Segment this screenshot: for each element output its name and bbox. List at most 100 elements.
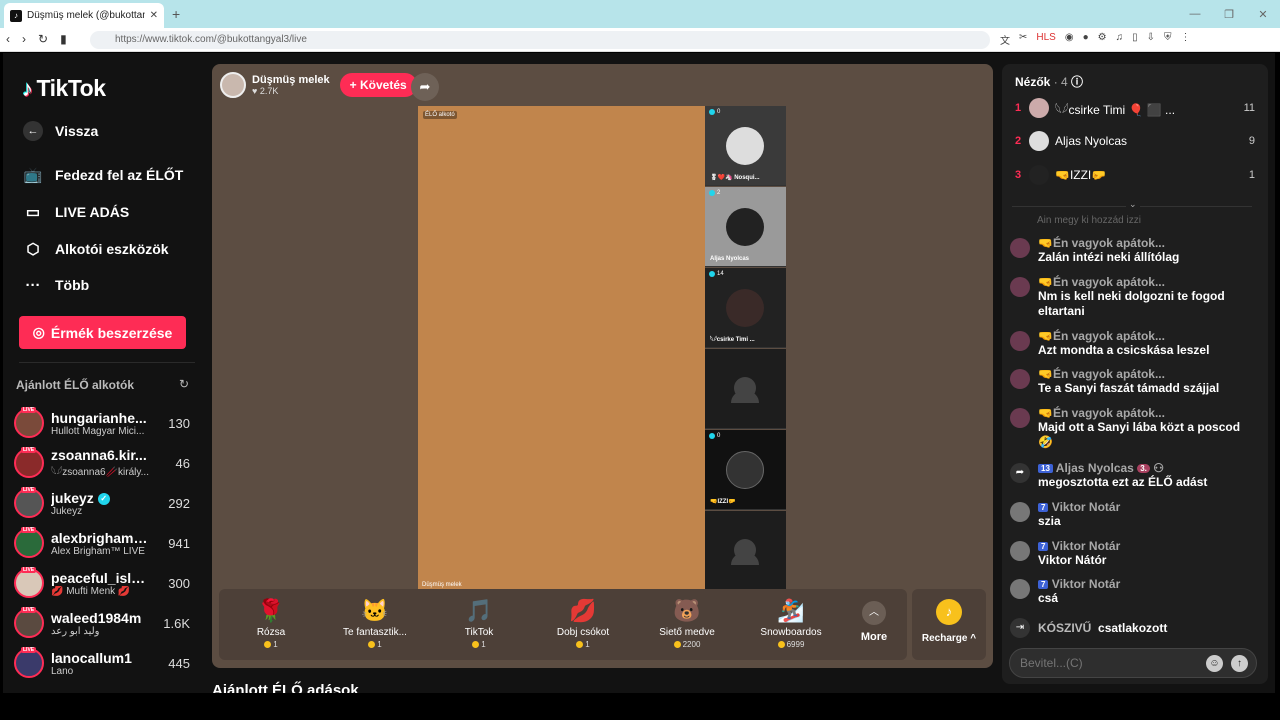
chat-message: 7 Viktor Notár csá	[1010, 577, 1255, 606]
sidebar-icon[interactable]: ▯	[1132, 32, 1138, 47]
back-button[interactable]: ← Vissza	[23, 121, 98, 141]
info-icon[interactable]: ⓘ	[1071, 75, 1083, 89]
creator-item[interactable]: LIVE alexbrighaml... Alex Brigham™ LIVE 9…	[14, 525, 194, 561]
tab-close-icon[interactable]: ✕	[150, 10, 158, 21]
creator-item[interactable]: LIVE peaceful_isla... 💋 Mufti Menk 💋 300	[14, 565, 194, 601]
host-avatar[interactable]	[220, 72, 246, 98]
bear-icon: 🐻	[673, 598, 701, 623]
creator-name: hungarianhe...	[51, 409, 147, 426]
guest-slot[interactable]: 2 Aljas Nyolcas	[705, 187, 786, 267]
hls-icon[interactable]: HLS	[1036, 32, 1055, 47]
gift-item[interactable]: 🏂 Snowboardos 6999	[739, 597, 843, 649]
gift-item[interactable]: 🌹 Rózsa 1	[219, 597, 323, 649]
chat-message: 🤜Én vagyok apátok... Zalán intézi neki ál…	[1010, 236, 1255, 265]
guest-slot[interactable]: 14 𓆩𓆪csirke Timi ...	[705, 268, 786, 348]
avatar: LIVE	[14, 527, 44, 558]
translate-icon[interactable]: 文	[1000, 32, 1010, 47]
sidebar-item-creator-tools[interactable]: ⬡ Alkotói eszközök	[23, 239, 168, 259]
tiktok-page: ♪ TikTok ← Vissza 📺 Fedezd fel az ÉLŐT ▭…	[3, 53, 1275, 693]
refresh-icon[interactable]: ↻	[179, 377, 189, 391]
viewer-dot-icon	[709, 271, 715, 277]
chat-faded-message: Ain megy ki hozzád izzi	[1037, 215, 1141, 226]
gift-item[interactable]: 🐱 Te fantasztik... 1	[323, 597, 427, 649]
extensions-puzzle-icon[interactable]: ⚙	[1098, 32, 1107, 47]
restore-icon[interactable]: ❐	[1212, 0, 1246, 28]
tiktok-logo[interactable]: ♪ TikTok	[22, 75, 106, 102]
share-icon[interactable]: ➦	[411, 73, 439, 101]
extension-icon[interactable]: ●	[1083, 32, 1089, 47]
avatar: LIVE	[14, 567, 44, 598]
gift-item[interactable]: 🐻 Siető medve 2200	[635, 597, 739, 649]
viewer-count: 1.6K	[163, 615, 190, 631]
viewer-row[interactable]: 1 𓆩𓆪csirke Timi 🎈 ⬛ ... 11	[1015, 96, 1255, 120]
gift-item[interactable]: 💋 Dobj csókot 1	[531, 597, 635, 649]
bookmark-icon[interactable]: ▮	[60, 32, 67, 46]
minimize-icon[interactable]: —	[1178, 0, 1212, 28]
sidebar-item-go-live[interactable]: ▭ LIVE ADÁS	[23, 202, 129, 222]
gift-item[interactable]: 🎵 TikTok 1	[427, 597, 531, 649]
recharge-button[interactable]: ♪ Recharge ^	[912, 589, 986, 660]
new-tab-button[interactable]: +	[172, 6, 180, 22]
more-gifts-button[interactable]: ︿ More	[859, 601, 889, 643]
viewer-count: 46	[175, 455, 190, 471]
viewer-count: 300	[168, 575, 190, 591]
creator-name: zsoanna6.kir...	[51, 447, 147, 463]
extension-icon[interactable]: ◉	[1065, 32, 1074, 47]
guest-slot-empty[interactable]	[705, 511, 786, 591]
avatar: LIVE	[14, 607, 44, 638]
viewer-row[interactable]: 2 Aljas Nyolcas 9	[1015, 129, 1255, 153]
creator-tools-icon: ⬡	[26, 241, 40, 258]
chat-input[interactable]	[1020, 656, 1200, 670]
chat-join-message: ⇥ KÓSZIVŰ csatlakozott	[1010, 618, 1255, 638]
send-icon[interactable]: ↑	[1231, 655, 1248, 672]
live-stage: Düşmüş melek ♥ 2.7K + Követés ➦ ÉLŐ alko…	[212, 64, 993, 668]
creator-item[interactable]: LIVE zsoanna6.kir... 𓆩𓆪zsoanna6🥢király...…	[14, 445, 194, 481]
follow-button[interactable]: + Követés	[339, 73, 417, 97]
extension-icon[interactable]: ✂	[1019, 32, 1027, 47]
chevron-down-icon[interactable]: ⌄	[1126, 199, 1140, 210]
video-host-name: Düşmüş melek	[422, 582, 462, 588]
creator-item[interactable]: LIVE lanocallum1 Lano 445	[14, 645, 194, 681]
url-field[interactable]: https://www.tiktok.com/@bukottangyal3/li…	[90, 31, 990, 49]
tiktok-note-icon: ♪	[22, 75, 33, 101]
avatar	[1029, 165, 1049, 185]
coin-icon	[472, 641, 480, 649]
guest-slot[interactable]: 0 🤜IZZI🤛	[705, 430, 786, 510]
avatar	[1010, 579, 1030, 599]
rose-icon: 🌹	[257, 598, 285, 623]
download-icon[interactable]: ⇩	[1147, 32, 1155, 47]
guest-slot[interactable]: 0 🎖❤️🦄 Nosqui...	[705, 106, 786, 186]
emoji-icon[interactable]: ☺	[1206, 655, 1223, 672]
creator-item[interactable]: LIVE waleed1984m وليد ابو رعد 1.6K	[14, 605, 194, 641]
sidebar-item-explore-live[interactable]: 📺 Fedezd fel az ÉLŐT	[23, 165, 184, 185]
sidebar-item-more[interactable]: ··· Több	[23, 275, 90, 295]
shield-icon[interactable]: ⛨	[1164, 32, 1172, 47]
viewer-row[interactable]: 3 🤜IZZI🤛 1	[1015, 163, 1255, 187]
creator-item[interactable]: LIVE hungarianhe... Hullott Magyar Mici..…	[14, 405, 194, 441]
avatar	[1010, 502, 1030, 522]
host-name[interactable]: Düşmüş melek	[252, 74, 330, 86]
viewer-dot-icon	[709, 190, 715, 196]
back-nav-icon[interactable]: ‹	[6, 32, 10, 46]
avatar	[1010, 408, 1030, 428]
creator-subtitle: Alex Brigham™ LIVE	[51, 545, 145, 557]
coin-icon	[576, 641, 584, 649]
music-icon[interactable]: ♫	[1116, 32, 1124, 47]
tiktok-favicon-icon: ♪	[10, 9, 22, 22]
main-video[interactable]: ÉLŐ alkotó Düşmüş melek	[418, 106, 705, 590]
get-coins-button[interactable]: ◎ Érmék beszerzése	[19, 316, 186, 349]
guest-name: 🤜IZZI🤛	[710, 499, 736, 505]
reload-icon[interactable]: ↻	[38, 32, 48, 46]
browser-tab[interactable]: ♪ Düşmüş melek (@bukottangy... ✕	[4, 3, 164, 28]
viewer-dot-icon	[709, 109, 715, 115]
forward-nav-icon[interactable]: ›	[22, 32, 26, 46]
user-add-icon: ⚇	[1153, 461, 1164, 475]
empty-user-icon	[731, 377, 759, 403]
creator-item[interactable]: LIVE jukeyz ✓ Jukeyz 292	[14, 485, 194, 521]
menu-dots-icon[interactable]: ⋮	[1181, 32, 1191, 47]
kiss-icon: 💋	[569, 598, 597, 623]
guest-slot-empty[interactable]	[705, 349, 786, 429]
chat-message: 7 Viktor Notár szia	[1010, 500, 1255, 529]
creator-name: alexbrighaml...	[51, 529, 149, 546]
close-window-icon[interactable]: ✕	[1246, 0, 1280, 28]
